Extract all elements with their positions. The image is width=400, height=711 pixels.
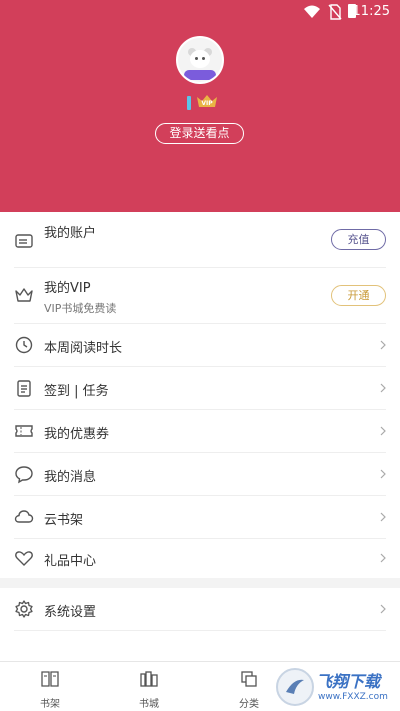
tab-bookshelf[interactable]: 书架 (20, 670, 80, 710)
tab-category[interactable]: 分类 (219, 670, 279, 710)
menu-item-vip[interactable]: 我的VIP VIP书城免费读 开通 (0, 268, 400, 323)
chevron-right-icon (380, 426, 386, 436)
no-sim-icon (328, 4, 342, 20)
vip-crown-icon: VIP (196, 94, 218, 108)
clipboard-icon (17, 380, 31, 397)
menu-item-label: 我的优惠券 (44, 427, 110, 442)
recharge-button[interactable]: 充值 (331, 229, 386, 250)
menu-item-signin[interactable]: 签到 | 任务 (0, 367, 400, 409)
chevron-right-icon (380, 604, 386, 614)
avatar-eye-left (195, 57, 198, 60)
chevron-right-icon (380, 469, 386, 479)
avatar[interactable] (176, 36, 224, 84)
chevron-right-icon (380, 383, 386, 393)
watermark-bird-icon (286, 679, 304, 694)
chevron-right-icon (380, 340, 386, 350)
status-bar: 11:25 (0, 0, 400, 24)
vip-badge-text: VIP (201, 100, 213, 107)
watermark-title: 飞翔下载 (316, 672, 381, 691)
tab-label: 分类 (239, 699, 259, 710)
watermark-url: www.FXXZ.com (318, 692, 388, 702)
menu-item-label: 我的账户 (44, 226, 97, 241)
tab-bookstore[interactable]: 书城 (119, 670, 179, 710)
menu-item-label: 我的消息 (44, 470, 97, 485)
open-vip-button[interactable]: 开通 (331, 285, 386, 306)
menu-item-label: 我的VIP (44, 281, 91, 296)
bottom-tab-bar: 书架 书城 分类 飞翔下载 www.FXXZ.com (0, 661, 400, 711)
chevron-right-icon (380, 553, 386, 563)
divider (14, 630, 386, 631)
chevron-right-icon (380, 512, 386, 522)
gear-icon (15, 600, 33, 618)
ticket-icon (15, 425, 33, 437)
menu-item-cloud-shelf[interactable]: 云书架 (0, 496, 400, 538)
watermark-logo: 飞翔下载 www.FXXZ.com (276, 666, 396, 708)
menu-item-label: 签到 | 任务 (44, 384, 109, 399)
category-icon (241, 671, 257, 687)
books-icon (140, 671, 158, 687)
menu-item-label: 本周阅读时长 (44, 341, 123, 356)
book-open-icon (41, 671, 59, 687)
heart-icon (15, 551, 33, 566)
menu-item-label: 礼品中心 (44, 554, 97, 569)
crown-outline-icon (15, 288, 33, 302)
avatar-scarf (184, 70, 216, 80)
menu-item-label: 云书架 (44, 513, 84, 528)
status-time: 11:25 (352, 4, 390, 19)
section-separator (0, 578, 400, 588)
wallet-icon (15, 234, 33, 248)
user-level-tag (187, 96, 191, 110)
menu-item-messages[interactable]: 我的消息 (0, 453, 400, 495)
tab-label: 书城 (139, 699, 159, 710)
wifi-icon (304, 5, 320, 18)
avatar-face (190, 50, 210, 68)
crown-icon: VIP (197, 95, 217, 107)
menu-item-label: 系统设置 (44, 605, 97, 620)
cloud-icon (14, 510, 34, 523)
avatar-eye-right (202, 57, 205, 60)
menu-item-subtitle: VIP书城免费读 (44, 302, 117, 315)
menu-item-settings[interactable]: 系统设置 (0, 588, 400, 630)
menu-item-gift-center[interactable]: 礼品中心 (0, 539, 400, 578)
profile-header: 11:25 VIP 登录送看点 (0, 0, 400, 212)
menu-item-coupons[interactable]: 我的优惠券 (0, 410, 400, 452)
menu-item-reading-time[interactable]: 本周阅读时长 (0, 324, 400, 366)
login-button[interactable]: 登录送看点 (155, 123, 244, 144)
clock-icon (15, 336, 33, 354)
menu-item-account[interactable]: 我的账户 充值 (0, 212, 400, 267)
chat-bubble-icon (15, 466, 33, 484)
tab-label: 书架 (40, 699, 60, 710)
